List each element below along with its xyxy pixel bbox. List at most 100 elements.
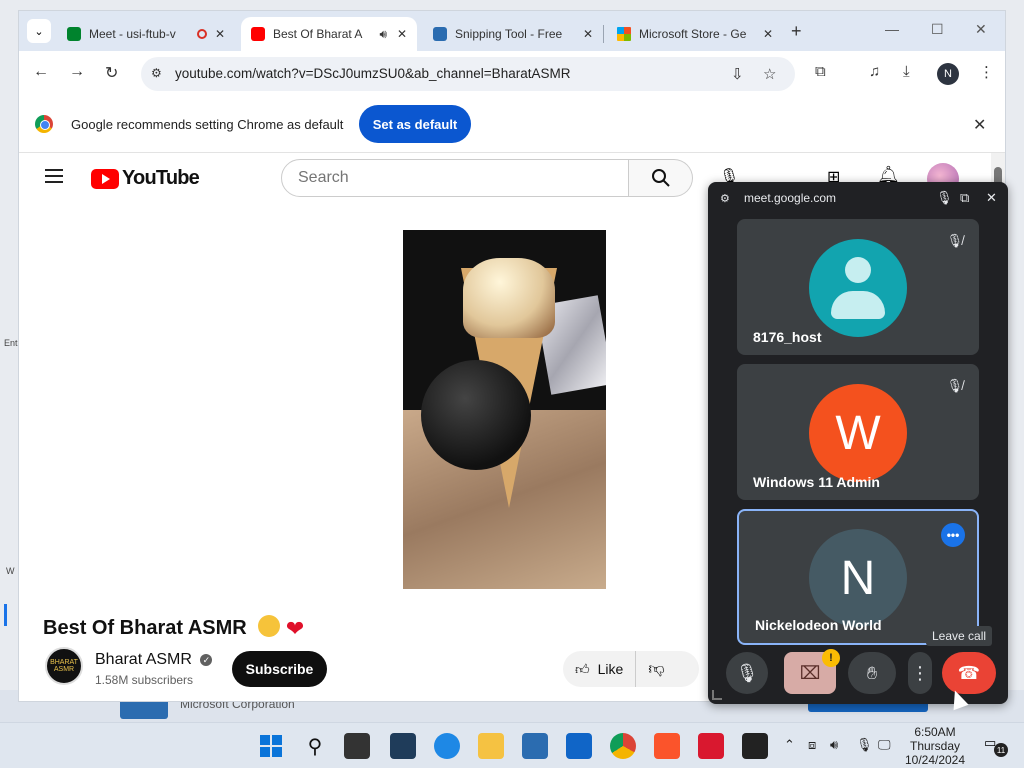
site-info-icon[interactable]: ⚙︎ [151, 66, 162, 80]
new-tab-plus-icon[interactable]: + [791, 21, 802, 42]
pip-mic-icon[interactable]: 🎙︎ [936, 190, 953, 206]
microphone-icon: 🎙︎ [735, 662, 759, 683]
participant-avatar: W [809, 384, 907, 482]
participant-name: Windows 11 Admin [753, 474, 880, 490]
youtube-icon [251, 27, 265, 41]
close-icon[interactable]: ✕ [583, 27, 593, 41]
like-button[interactable]: 👍︎ Like [563, 651, 637, 687]
close-icon[interactable]: ✕ [986, 190, 997, 206]
more-controls-button[interactable]: ⋮ [908, 652, 932, 694]
participant-tile[interactable]: W 🎙︎̸ Windows 11 Admin [737, 364, 979, 500]
tab-separator [603, 25, 604, 43]
reload-icon[interactable]: ↻ [105, 63, 118, 83]
show-hidden-icons-chevron-icon[interactable]: ⌃ [784, 737, 795, 753]
volume-icon[interactable]: 🔊︎ [830, 737, 838, 753]
hamburger-menu-icon[interactable] [45, 169, 63, 183]
person-body [831, 291, 885, 319]
subscribe-button[interactable]: Subscribe [232, 651, 327, 687]
background-window-text-2: W [6, 566, 15, 576]
back-to-tab-icon[interactable]: ⧉ [960, 190, 969, 206]
channel-name-text[interactable]: Bharat ASMR [95, 651, 192, 668]
network-icon[interactable]: 🖵 [878, 737, 891, 753]
menu-kebab-icon[interactable]: ⋮ [979, 63, 994, 81]
edge-browser-icon[interactable] [434, 733, 460, 759]
video-player[interactable] [403, 230, 606, 589]
tab-microsoft-store[interactable]: Microsoft Store - Ge ✕ [607, 17, 783, 51]
url-text[interactable]: youtube.com/watch?v=DScJ0umzSU0&ab_chann… [175, 66, 570, 81]
maximize-icon[interactable]: ☐ [931, 21, 944, 38]
participant-tile[interactable]: 🎙︎̸ 8176_host [737, 219, 979, 355]
window-close-icon[interactable]: ✕ [975, 21, 987, 38]
install-app-icon[interactable]: ⇩ [731, 65, 744, 83]
microsoft-store-icon[interactable] [522, 733, 548, 759]
default-person-avatar [809, 239, 907, 337]
video-title: Best Of Bharat ASMR ❤ [43, 615, 304, 642]
search-button[interactable] [629, 159, 693, 197]
file-explorer-icon[interactable] [478, 733, 504, 759]
person-head [845, 257, 871, 283]
site-settings-icon[interactable]: ⚙︎ [720, 192, 730, 205]
tab-title: Meet - usi-ftub-v [89, 27, 176, 41]
smiling-emoji-icon [258, 615, 281, 637]
tab-youtube[interactable]: Best Of Bharat A 🔊︎ ✕ [241, 17, 417, 51]
participant-tile-self[interactable]: N ••• Nickelodeon World [737, 509, 979, 645]
tab-search-dropdown[interactable]: ⌄ [27, 19, 51, 43]
mic-toggle-button[interactable]: 🎙︎ [726, 652, 768, 694]
raise-hand-button[interactable]: ✋︎ [848, 652, 896, 694]
clock-time: 6:50AM [914, 725, 956, 739]
audio-playing-icon[interactable]: 🔊︎ [379, 27, 387, 42]
close-icon[interactable]: ✕ [763, 27, 773, 41]
dislike-button[interactable]: 👎︎ [636, 660, 676, 679]
widgets-icon[interactable] [390, 733, 416, 759]
notification-center-button[interactable]: ▭ 11 [984, 735, 1008, 757]
close-icon[interactable]: ✕ [215, 27, 225, 41]
downloads-icon[interactable]: ⤓ [903, 63, 910, 80]
search-input[interactable] [281, 159, 629, 197]
microphone-tray-icon[interactable]: 🎙︎ [856, 737, 873, 753]
close-icon[interactable]: ✕ [397, 27, 407, 41]
leave-call-button[interactable]: ☎︎ [942, 652, 996, 694]
forward-arrow-icon[interactable]: → [69, 63, 85, 81]
address-bar[interactable]: ⚙︎ youtube.com/watch?v=DScJ0umzSU0&ab_ch… [141, 57, 795, 91]
clock[interactable]: 6:50AM Thursday 10/24/2024 [898, 725, 972, 767]
taskbar-search-icon[interactable]: ⚲ [302, 733, 328, 759]
more-options-icon[interactable]: ••• [941, 523, 965, 547]
package-app-icon[interactable] [742, 733, 768, 759]
channel-name[interactable]: Bharat ASMR ✓ [95, 651, 213, 669]
chrome-logo-icon [35, 115, 53, 133]
subscriber-count: 1.58M subscribers [95, 673, 194, 687]
resize-handle[interactable] [712, 690, 722, 700]
video-frame-glove [421, 360, 531, 470]
chrome-taskbar-icon[interactable] [610, 733, 636, 759]
tab-snipping-tool[interactable]: Snipping Tool - Free ✕ [423, 17, 603, 51]
pip-site-url: meet.google.com [744, 191, 837, 205]
tab-meet[interactable]: Meet - usi-ftub-v ✕ [57, 17, 235, 51]
thumbs-down-icon: 👎︎ [648, 660, 665, 678]
profile-avatar[interactable]: N [937, 63, 959, 85]
hang-up-icon: ☎︎ [957, 662, 981, 683]
set-as-default-button[interactable]: Set as default [359, 105, 471, 143]
windows-start-icon[interactable] [258, 733, 284, 759]
youtube-logo[interactable]: YouTube [91, 167, 200, 190]
camera-off-icon: ⌧ [799, 662, 821, 683]
tab-title: Microsoft Store - Ge [639, 27, 747, 41]
back-arrow-icon[interactable]: ← [33, 63, 49, 81]
thumbs-up-icon: 👍︎ [575, 660, 590, 677]
task-view-icon[interactable] [344, 733, 370, 759]
vivaldi-browser-icon[interactable] [698, 733, 724, 759]
kebab-menu-icon: ⋮ [911, 662, 929, 683]
search-icon [651, 169, 670, 187]
outlook-icon[interactable] [566, 733, 592, 759]
channel-avatar[interactable]: BHARAT ASMR [45, 647, 83, 685]
extensions-puzzle-icon[interactable]: ⧉ [815, 63, 826, 80]
meet-tray-icon[interactable]: ⧈ [808, 737, 816, 753]
infobar-message: Google recommends setting Chrome as defa… [71, 117, 344, 132]
media-control-icon[interactable]: ♫ [869, 63, 880, 80]
like-dislike-group: 👍︎ Like 👎︎ [563, 651, 699, 687]
youtube-play-icon [91, 168, 119, 189]
clock-date: 10/24/2024 [904, 753, 966, 767]
bookmark-star-icon[interactable]: ☆ [763, 65, 776, 83]
minimize-icon[interactable]: — [885, 21, 899, 37]
close-icon[interactable]: ✕ [973, 115, 986, 135]
brave-browser-icon[interactable] [654, 733, 680, 759]
